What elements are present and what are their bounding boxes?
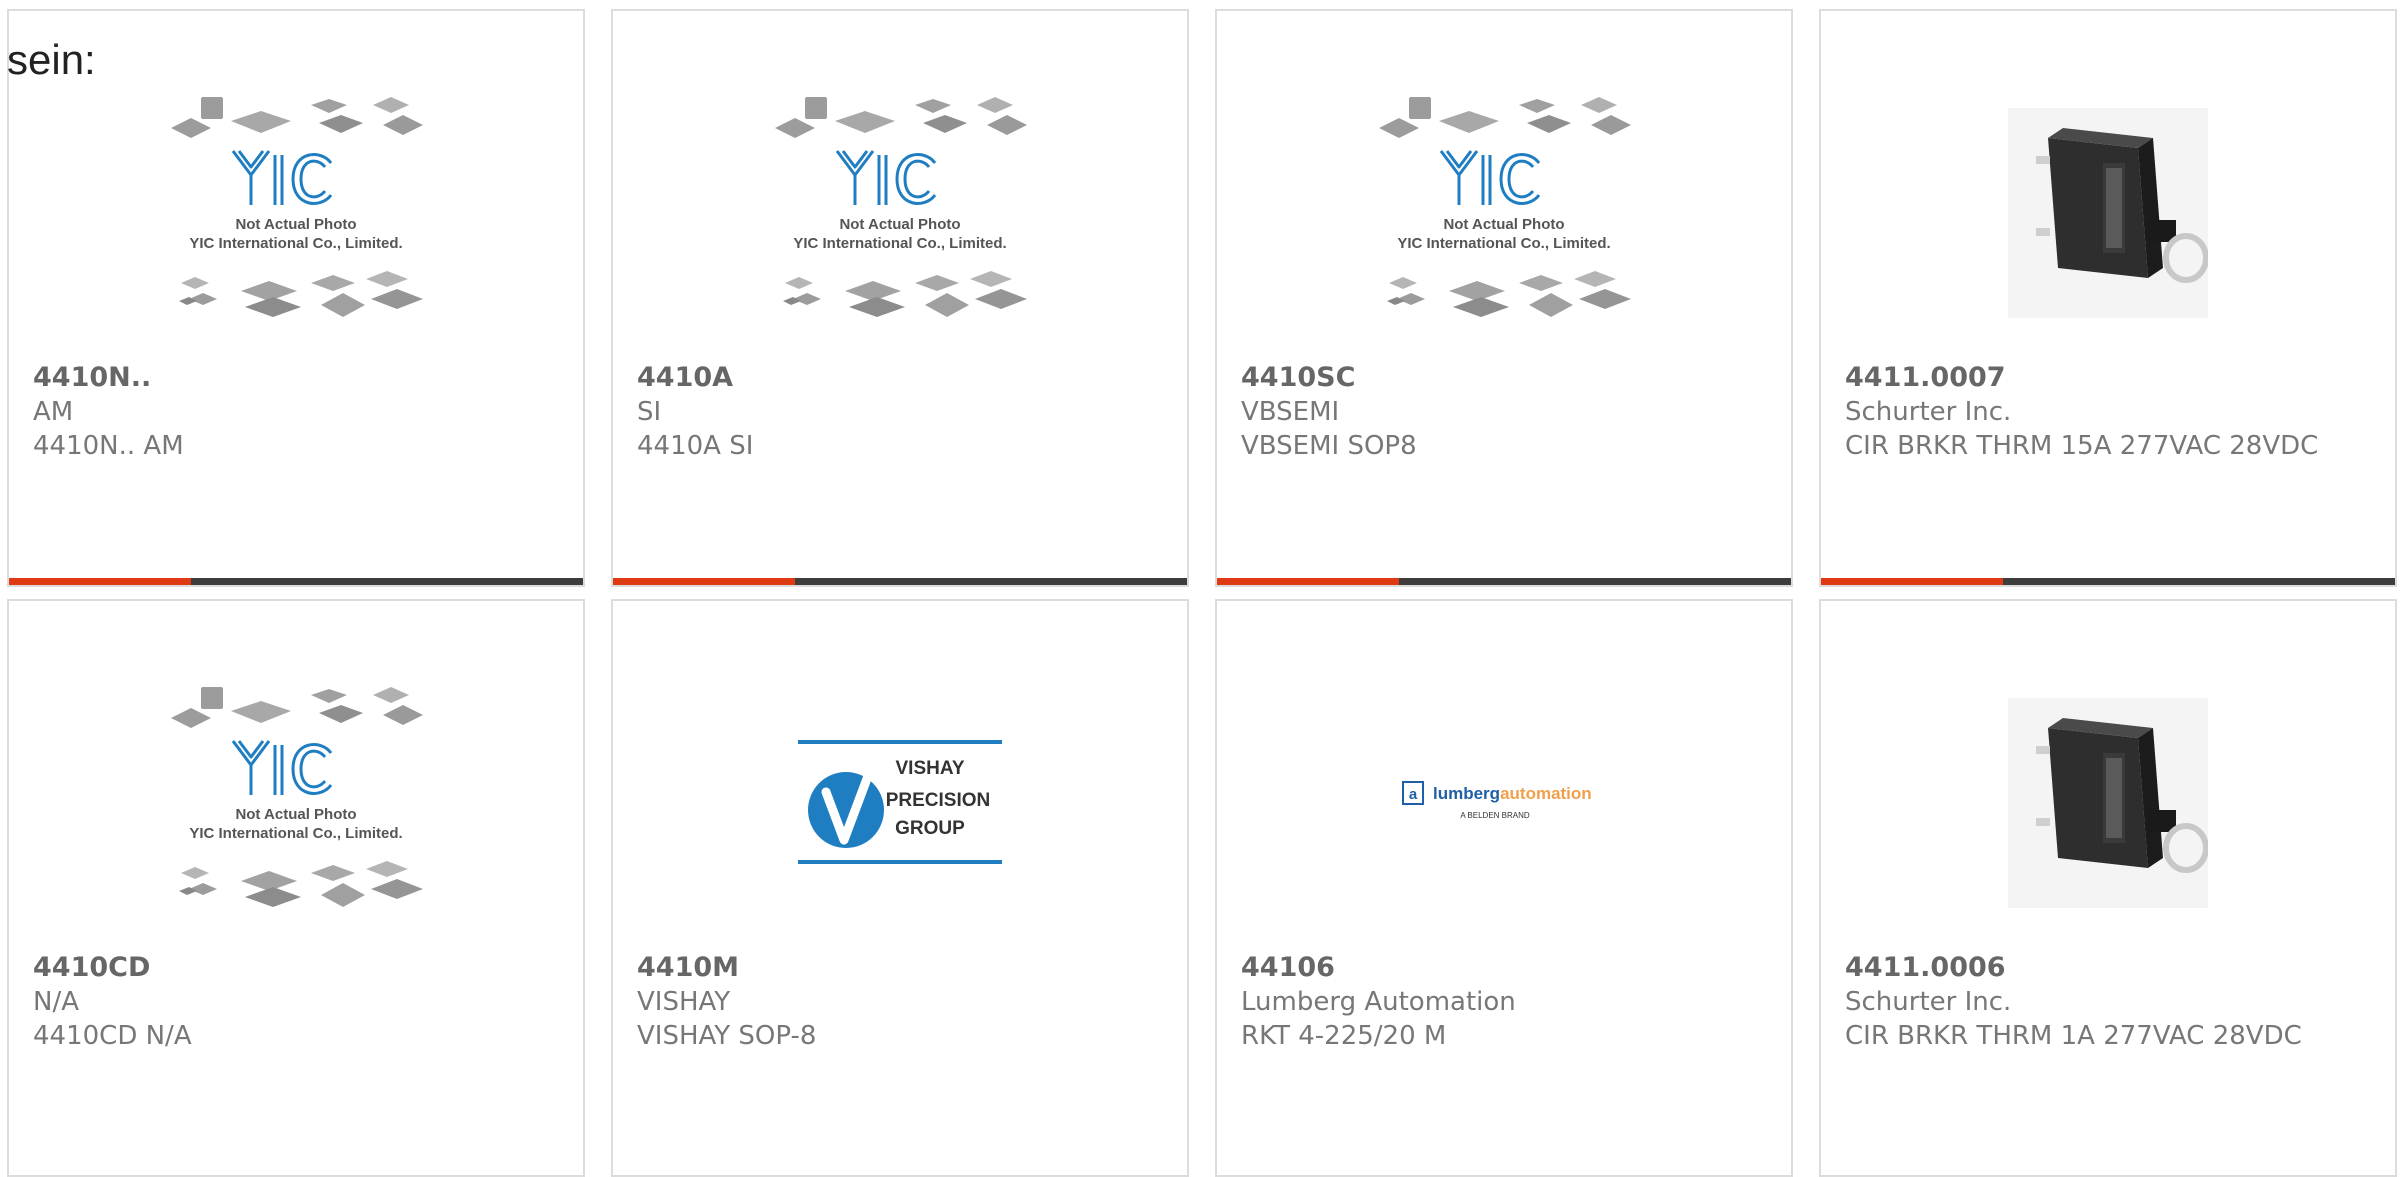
part-number[interactable]: 4410A <box>637 361 1163 395</box>
vishay-logo: VISHAY PRECISION GROUP <box>798 740 1002 864</box>
product-image[interactable]: VISHAY PRECISION GROUP <box>613 663 1187 943</box>
vishay-logo-line1: VISHAY <box>896 758 965 779</box>
product-card[interactable]: 4411.0006 Schurter Inc. CIR BRKR THRM 1A… <box>1819 599 2397 1177</box>
card-footer-bar <box>9 578 583 585</box>
part-number[interactable]: 4410SC <box>1241 361 1767 395</box>
card-footer-bar <box>1217 578 1791 585</box>
svg-text:a: a <box>1409 786 1418 803</box>
manufacturer: Schurter Inc. <box>1845 397 2012 427</box>
description: 4410CD N/A <box>33 1021 192 1051</box>
product-image[interactable] <box>1821 73 2395 353</box>
part-number[interactable]: 4410N.. <box>33 361 559 395</box>
description: CIR BRKR THRM 15A 277VAC 28VDC <box>1845 431 2319 461</box>
product-card[interactable]: 4410SC VBSEMI VBSEMI SOP8 <box>1215 9 1793 587</box>
lumberg-logo: a lumbergautomation A BELDEN BRAND <box>1402 781 1592 820</box>
card-footer-bar <box>613 578 1187 585</box>
manufacturer: AM <box>33 397 74 427</box>
svg-text:lumbergautomation: lumbergautomation <box>1433 784 1592 803</box>
manufacturer: Lumberg Automation <box>1241 987 1516 1017</box>
manufacturer: Schurter Inc. <box>1845 987 2012 1017</box>
yic-placeholder-icon <box>765 93 1035 333</box>
yic-placeholder-icon <box>1369 93 1639 333</box>
vishay-logo-line2: PRECISION <box>886 790 991 811</box>
part-number[interactable]: 4410M <box>637 951 1163 985</box>
product-image[interactable] <box>1821 663 2395 943</box>
description: VISHAY SOP-8 <box>637 1021 817 1051</box>
circuit-breaker-photo <box>2008 108 2208 318</box>
page-lead-text: sein: <box>7 36 96 83</box>
product-image[interactable] <box>1217 73 1791 353</box>
manufacturer: N/A <box>33 987 79 1017</box>
product-card[interactable]: a lumbergautomation A BELDEN BRAND 44106… <box>1215 599 1793 1177</box>
lumberg-logo-brand-b: automation <box>1500 784 1592 803</box>
lumberg-logo-tagline: A BELDEN BRAND <box>1460 811 1530 820</box>
product-card[interactable]: 4411.0007 Schurter Inc. CIR BRKR THRM 15… <box>1819 9 2397 587</box>
card-footer-bar <box>1821 578 2395 585</box>
product-image[interactable] <box>9 663 583 943</box>
part-number[interactable]: 44106 <box>1241 951 1767 985</box>
description: 4410N.. AM <box>33 431 184 461</box>
yic-placeholder-icon <box>161 93 431 333</box>
description: CIR BRKR THRM 1A 277VAC 28VDC <box>1845 1021 2302 1051</box>
yic-placeholder-icon <box>161 683 431 923</box>
part-number[interactable]: 4410CD <box>33 951 559 985</box>
manufacturer: SI <box>637 397 662 427</box>
manufacturer: VISHAY <box>637 987 731 1017</box>
product-card[interactable]: 4410A SI 4410A SI <box>611 9 1189 587</box>
product-image[interactable] <box>613 73 1187 353</box>
product-image[interactable]: a lumbergautomation A BELDEN BRAND <box>1217 663 1791 943</box>
product-card[interactable]: 4410N.. AM 4410N.. AM <box>7 9 585 587</box>
lumberg-logo-brand-a: lumberg <box>1433 784 1500 803</box>
vishay-logo-line3: GROUP <box>895 818 965 839</box>
manufacturer: VBSEMI <box>1241 397 1340 427</box>
product-image[interactable] <box>9 73 583 353</box>
part-number[interactable]: 4411.0007 <box>1845 361 2371 395</box>
circuit-breaker-photo <box>2008 698 2208 908</box>
description: RKT 4-225/20 M <box>1241 1021 1447 1051</box>
product-card[interactable]: 4410CD N/A 4410CD N/A <box>7 599 585 1177</box>
part-number[interactable]: 4411.0006 <box>1845 951 2371 985</box>
description: 4410A SI <box>637 431 754 461</box>
product-card[interactable]: VISHAY PRECISION GROUP 4410M VISHAY VISH… <box>611 599 1189 1177</box>
description: VBSEMI SOP8 <box>1241 431 1417 461</box>
